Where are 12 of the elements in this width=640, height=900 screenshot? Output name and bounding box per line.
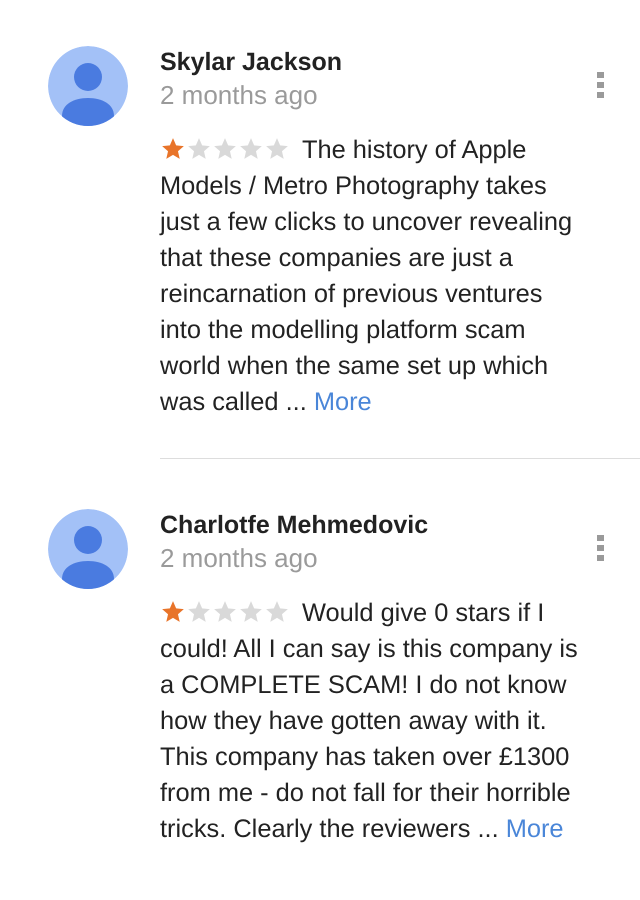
avatar-icon <box>48 509 128 589</box>
review-text-start: The history of Apple <box>302 135 526 166</box>
review-text: could! All I can say is this company is a COMPLETE SCAM! I do not know how they have gotten away with it. This company has taken over £1300 from me - do not fall for their horrible tricks. Clearly the reviewers ... More <box>160 634 579 845</box>
reviewer-name: Charlotfe Mehmedovic <box>160 510 428 541</box>
review-time: 2 months ago <box>160 79 319 112</box>
reviewer-name: Skylar Jackson <box>160 47 342 78</box>
avatar-icon <box>48 46 128 126</box>
review-text: Models / Metro Photography takes just a few clicks to uncover revealing that these companies are just a reincarnation of previous ventures into the modelling platform scam world when the same set up which was called ... More <box>160 171 574 418</box>
review-text-start: Would give 0 stars if I <box>302 598 544 629</box>
review-time: 2 months ago <box>160 542 319 575</box>
more-link[interactable]: More <box>314 388 372 416</box>
more-link[interactable]: More <box>506 815 564 843</box>
